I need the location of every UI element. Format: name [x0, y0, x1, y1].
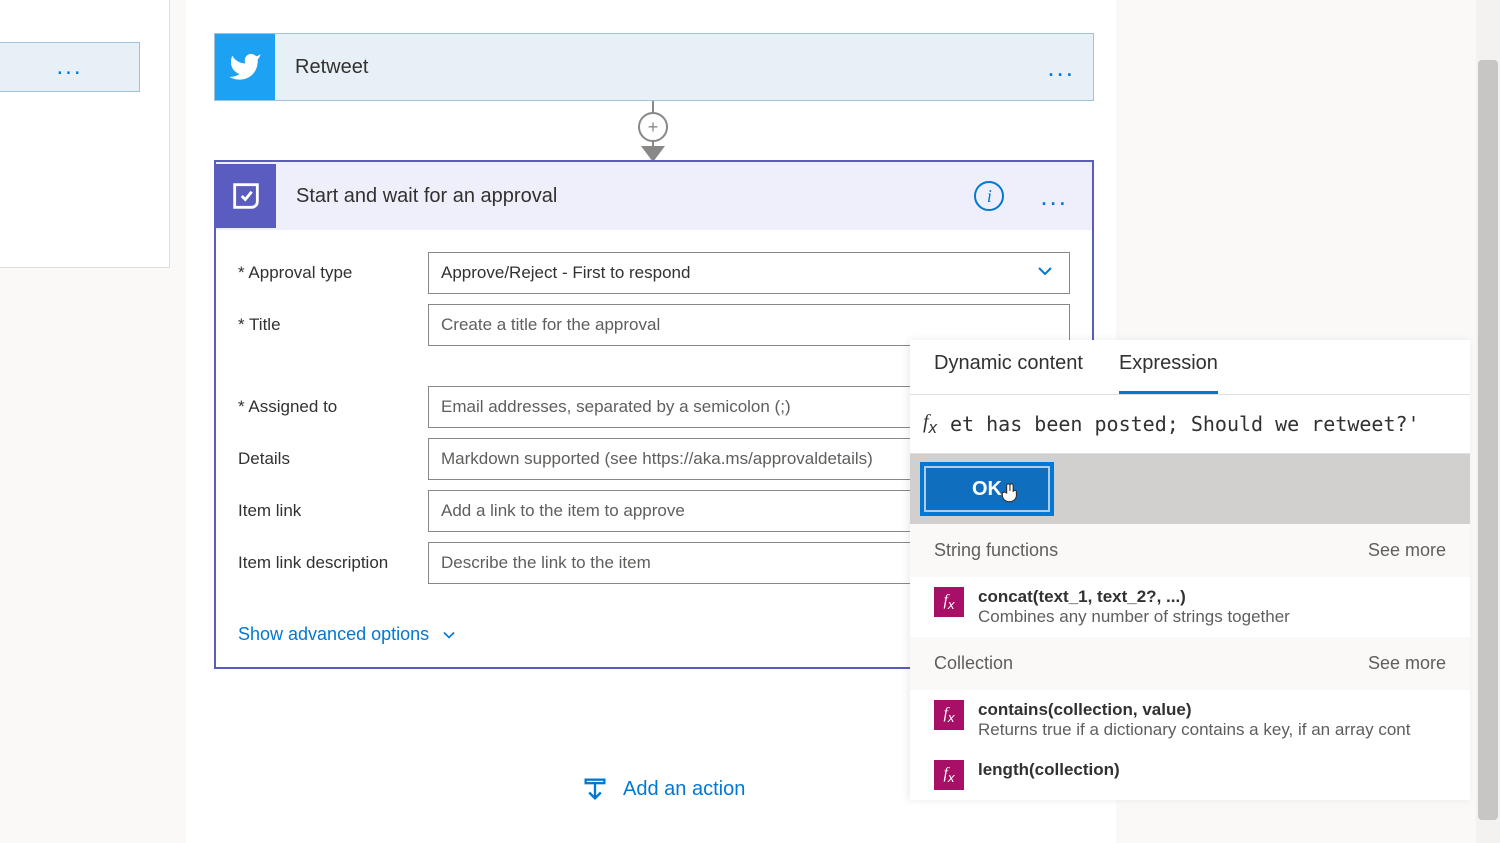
expression-input[interactable] — [950, 412, 1470, 436]
left-sidebar-fragment: ... — [0, 0, 170, 268]
fx-badge-icon: fx — [934, 760, 964, 790]
cursor-hand-icon — [998, 480, 1024, 512]
twitter-icon — [215, 34, 275, 100]
title-label: Title — [238, 315, 428, 335]
vertical-scrollbar-track[interactable] — [1476, 0, 1500, 843]
expression-input-row: fx — [910, 394, 1470, 454]
function-item-concat[interactable]: fx concat(text_1, text_2?, ...) Combines… — [910, 577, 1470, 637]
sidebar-card[interactable]: ... — [0, 42, 140, 92]
more-icon[interactable]: ... — [56, 62, 82, 72]
item-link-label: Item link — [238, 501, 428, 521]
add-action-button[interactable]: Add an action — [581, 775, 745, 803]
fx-badge-icon: fx — [934, 700, 964, 730]
tab-expression[interactable]: Expression — [1119, 352, 1218, 394]
ok-row: OK — [910, 454, 1470, 524]
contains-text: contains(collection, value) Returns true… — [978, 700, 1410, 740]
fx-badge-icon: fx — [934, 587, 964, 617]
add-action-icon — [581, 775, 609, 803]
contains-signature: contains(collection, value) — [978, 700, 1410, 720]
assigned-to-label: Assigned to — [238, 397, 428, 417]
concat-text: concat(text_1, text_2?, ...) Combines an… — [978, 587, 1290, 627]
vertical-scrollbar-thumb[interactable] — [1478, 60, 1498, 820]
approval-type-label: Approval type — [238, 263, 428, 283]
length-text: length(collection) — [978, 760, 1120, 780]
approval-title: Start and wait for an approval — [296, 185, 974, 208]
show-advanced-options-label: Show advanced options — [238, 624, 429, 645]
insert-step-button[interactable]: + — [638, 112, 668, 142]
string-functions-header: String functions — [934, 540, 1058, 561]
function-item-contains[interactable]: fx contains(collection, value) Returns t… — [910, 690, 1470, 750]
concat-description: Combines any number of strings together — [978, 607, 1290, 627]
contains-description: Returns true if a dictionary contains a … — [978, 720, 1410, 740]
approval-icon — [216, 164, 276, 228]
ok-button[interactable]: OK — [922, 464, 1052, 514]
details-label: Details — [238, 449, 428, 469]
add-action-label: Add an action — [623, 778, 745, 801]
approval-type-value: Approve/Reject - First to respond — [441, 263, 1033, 283]
collection-see-more[interactable]: See more — [1368, 653, 1446, 674]
string-functions-see-more[interactable]: See more — [1368, 540, 1446, 561]
expression-tabs: Dynamic content Expression — [910, 340, 1470, 394]
category-string-functions: String functions See more — [910, 524, 1470, 577]
retweet-more-button[interactable]: ... — [1029, 52, 1093, 83]
expression-popup: Dynamic content Expression fx OK String … — [910, 340, 1470, 800]
chevron-down-icon — [1033, 259, 1057, 288]
category-collection: Collection See more — [910, 637, 1470, 690]
fx-icon: fx — [910, 411, 950, 438]
approval-header[interactable]: Start and wait for an approval i ... — [216, 162, 1092, 230]
field-approval-type: Approval type Approve/Reject - First to … — [238, 252, 1070, 294]
function-item-length[interactable]: fx length(collection) — [910, 750, 1470, 800]
length-signature: length(collection) — [978, 760, 1120, 780]
action-card-retweet[interactable]: Retweet ... — [214, 33, 1094, 101]
tab-dynamic-content[interactable]: Dynamic content — [934, 352, 1083, 394]
approval-type-dropdown[interactable]: Approve/Reject - First to respond — [428, 252, 1070, 294]
chevron-down-icon — [439, 625, 459, 645]
collection-header: Collection — [934, 653, 1013, 674]
show-advanced-options-link[interactable]: Show advanced options — [238, 624, 459, 645]
retweet-title: Retweet — [295, 56, 1029, 79]
concat-signature: concat(text_1, text_2?, ...) — [978, 587, 1290, 607]
approval-more-button[interactable]: ... — [1022, 181, 1092, 212]
info-icon[interactable]: i — [974, 181, 1004, 211]
item-link-desc-label: Item link description — [238, 553, 428, 573]
